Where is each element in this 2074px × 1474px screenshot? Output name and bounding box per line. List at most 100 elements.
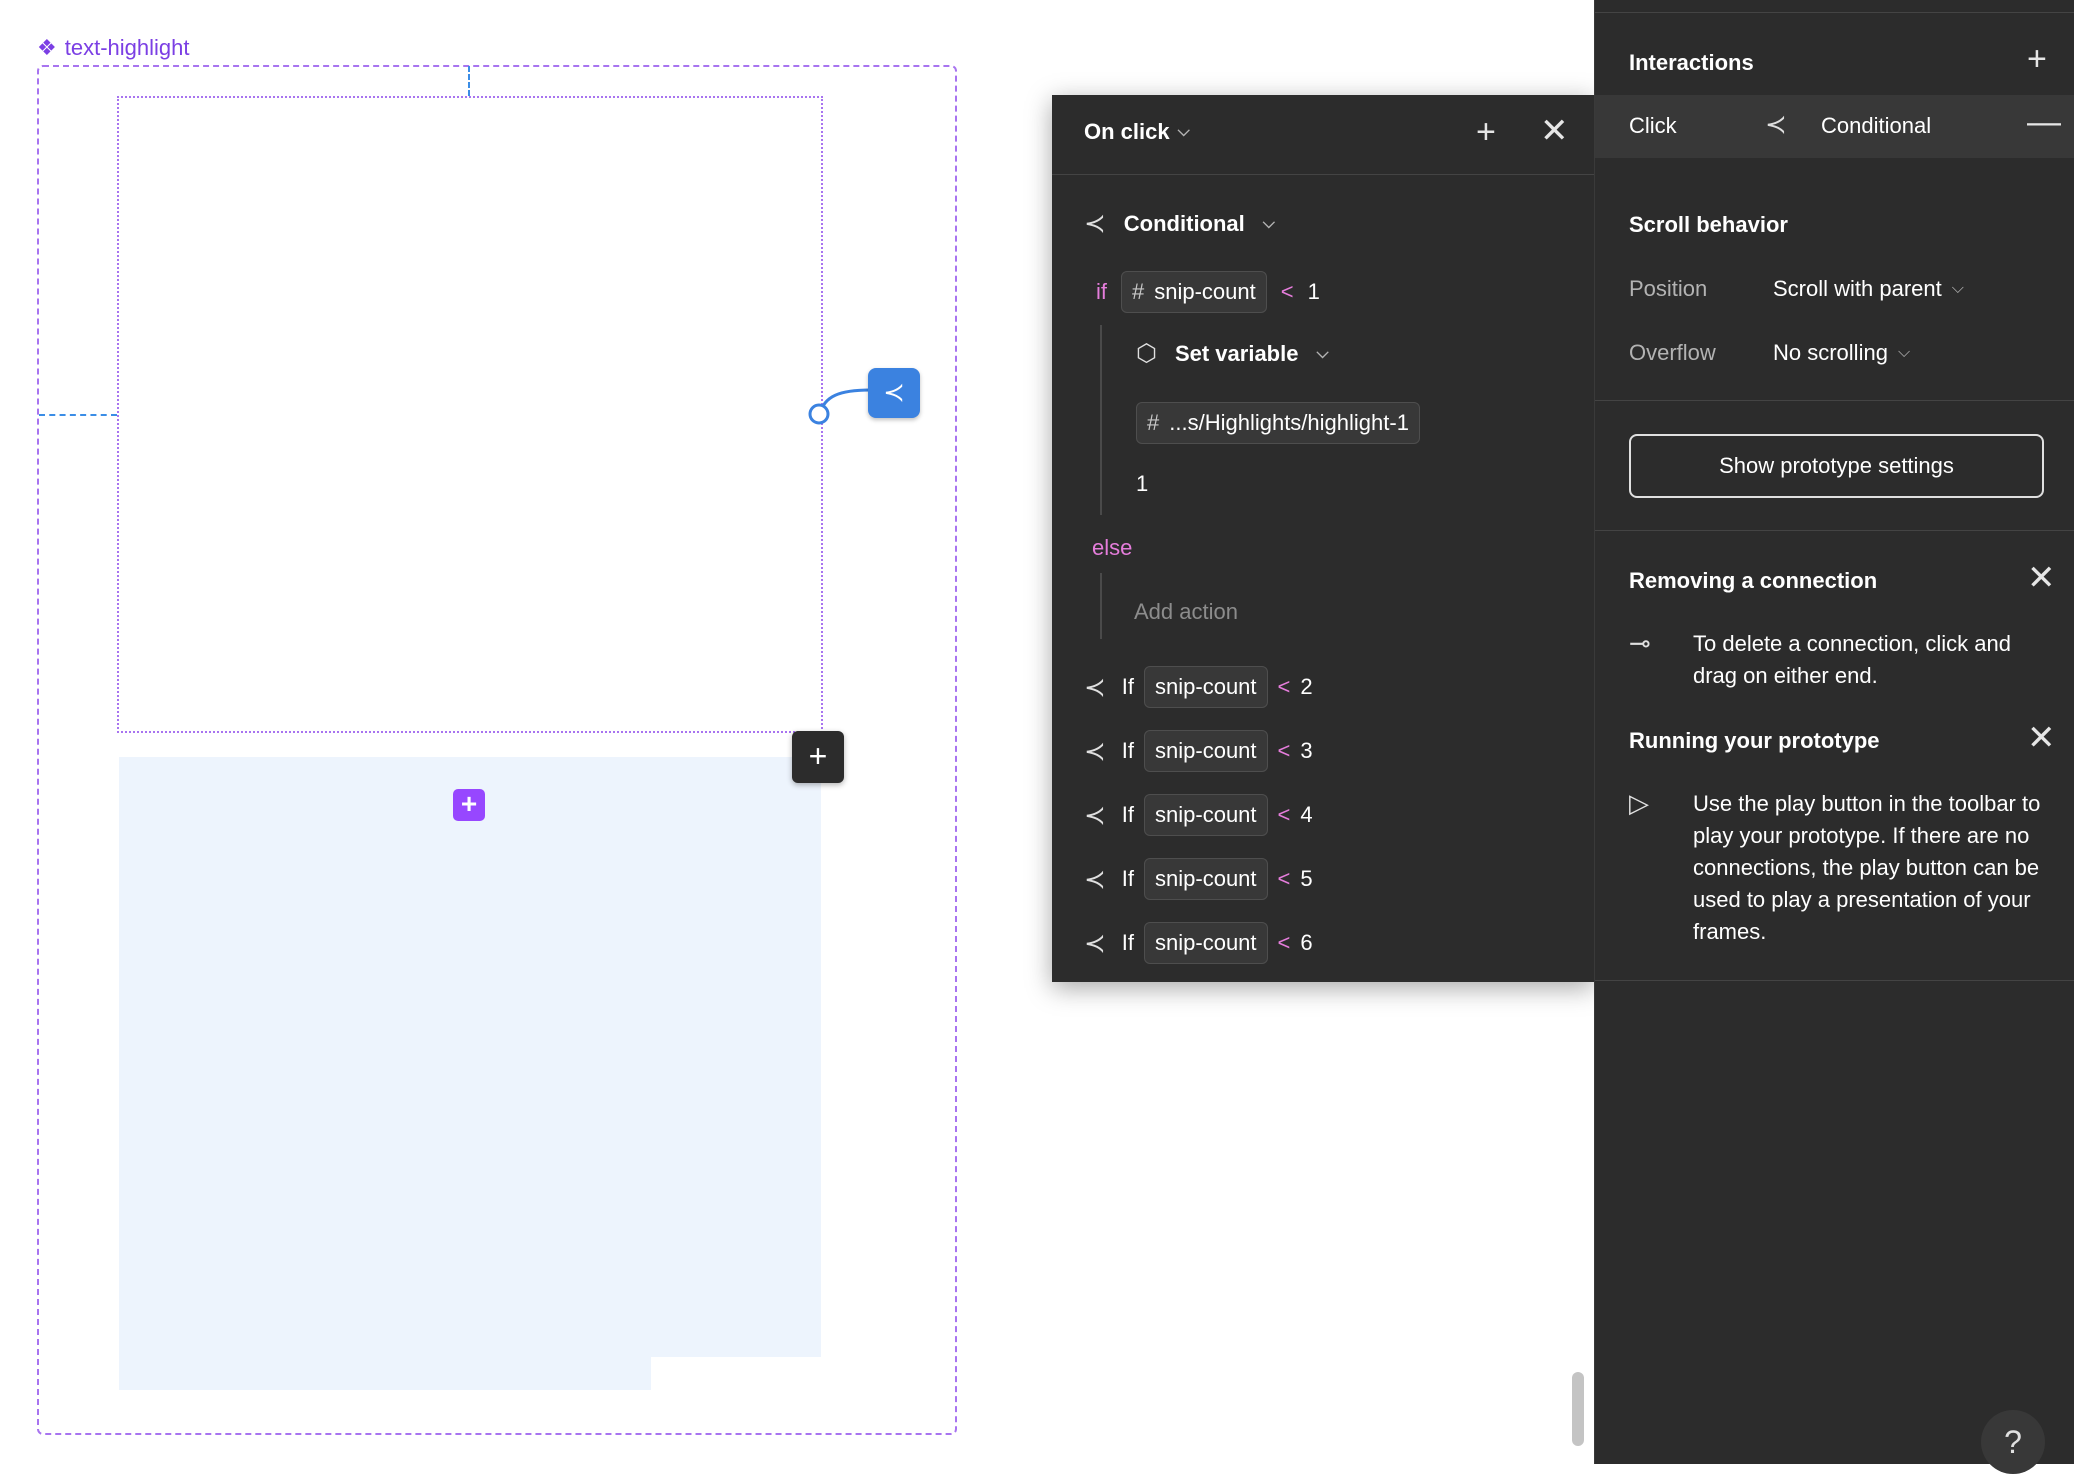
if-keyword: If [1121,738,1135,763]
interactions-title: Interactions [1629,50,1754,75]
add-auto-layout-plus-icon[interactable]: + [792,731,844,783]
conditional-branch-icon: ≺ [1084,735,1106,766]
condition-row[interactable]: ≺ If snip-count < 5 [1084,847,1313,911]
position-dropdown[interactable]: Scroll with parent ⌵ [1773,276,1964,302]
set-variable-target-chip[interactable]: # ...s/Highlights/highlight-1 [1136,402,1420,444]
variable-name: snip-count [1155,866,1257,891]
conditional-branch-icon: ≺ [1084,671,1106,702]
conditional-branch-icon: ≺ [1084,799,1106,830]
overflow-value: No scrolling [1773,340,1888,365]
operator: < [1280,279,1294,304]
conditional-branch-icon: ≺ [1084,863,1106,894]
condition-value[interactable]: 3 [1300,738,1312,764]
variable-name: snip-count [1155,930,1257,955]
branch-line [1100,573,1102,639]
variable-chip[interactable]: snip-count [1144,730,1268,772]
variable-name: snip-count [1155,738,1257,763]
variable-name: snip-count [1155,802,1257,827]
set-variable-dropdown[interactable]: ⬡ Set variable ⌵ [1136,339,1329,368]
conditional-branch-icon: ≺ [1084,927,1106,958]
running-prototype-title: Running your prototype [1629,728,1880,753]
operator: < [1277,802,1291,827]
condition-row[interactable]: ≺ If snip-count < 6 [1084,911,1313,975]
condition-value[interactable]: 5 [1300,866,1312,892]
play-icon: ▷ [1629,788,1649,818]
close-icon[interactable]: ✕ [2027,718,2056,758]
selected-frame[interactable] [117,96,823,733]
close-icon[interactable]: ✕ [1540,111,1569,151]
condition-row[interactable]: ≺ If snip-count < 3 [1084,719,1313,783]
trigger-dropdown[interactable]: On click ⌵ [1084,119,1190,145]
component-label[interactable]: ❖ text-highlight [37,35,189,61]
chevron-down-icon: ⌵ [1262,214,1275,232]
running-prototype-text: Use the play button in the toolbar to pl… [1693,791,2041,944]
interaction-popup: On click ⌵ + ✕ ≺ Conditional ⌵ if # snip… [1052,95,1594,982]
if-keyword: If [1121,930,1135,955]
operator: < [1277,738,1291,763]
operator: < [1277,930,1291,955]
frame-notch [651,1357,823,1391]
variable-chip[interactable]: snip-count [1144,794,1268,836]
variable-chip[interactable]: snip-count [1144,666,1268,708]
interaction-row[interactable]: Click ≺ Conditional — [1595,95,2074,158]
overflow-dropdown[interactable]: No scrolling ⌵ [1773,340,1910,366]
spacing-guide-horizontal [39,414,117,416]
else-keyword: else [1092,535,1133,560]
variable-chip[interactable]: # snip-count [1121,271,1267,313]
connection-start-handle [808,403,830,425]
help-button[interactable]: ? [1981,1410,2045,1474]
if-keyword: if [1096,279,1107,304]
conditional-branch-icon: ≺ [1765,109,1787,139]
action-type-dropdown[interactable]: ≺ Conditional ⌵ [1084,208,1275,239]
condition-value[interactable]: 1 [1308,279,1320,305]
condition-value[interactable]: 6 [1300,930,1312,956]
operator: < [1277,866,1291,891]
condition-value[interactable]: 4 [1300,802,1312,828]
add-interaction-plus-icon[interactable]: + [2027,40,2047,79]
condition-row[interactable]: ≺ If snip-count < 4 [1084,783,1313,847]
conditional-branch-icon: ≺ [1084,208,1106,238]
position-label: Position [1629,276,1708,301]
divider [1595,12,2074,13]
variable-name: snip-count [1154,279,1256,304]
set-variable-value[interactable]: 1 [1136,471,1148,497]
operator: < [1277,674,1291,699]
set-variable-label: Set variable [1174,340,1299,366]
canvas-scrollbar[interactable] [1572,1372,1584,1446]
remove-interaction-minus-icon[interactable]: — [2027,103,2061,142]
chevron-down-icon: ⌵ [1897,344,1911,361]
condition-row[interactable]: ≺ If snip-count < 2 [1084,655,1313,719]
add-action-button[interactable]: Add action [1134,599,1238,625]
popup-header: On click ⌵ + ✕ [1052,95,1594,175]
variable-chip[interactable]: snip-count [1144,922,1268,964]
chevron-down-icon: ⌵ [1316,344,1329,362]
highlight-frame[interactable] [119,757,821,1390]
divider [1595,530,2074,531]
component-name: text-highlight [64,35,190,60]
condition-value[interactable]: 2 [1300,674,1312,700]
add-interaction-plus-icon[interactable]: + [1476,113,1496,152]
number-variable-icon: # [1147,410,1160,435]
conditional-connection-node-icon[interactable]: ≺ [868,368,920,418]
position-value: Scroll with parent [1773,276,1942,301]
number-variable-icon: # [1132,279,1145,304]
removing-connection-title: Removing a connection [1629,568,1878,593]
show-prototype-settings-button[interactable]: Show prototype settings [1629,434,2044,498]
close-icon[interactable]: ✕ [2027,558,2056,598]
if-keyword: If [1121,866,1135,891]
if-keyword: If [1121,802,1135,827]
chevron-down-icon: ⌵ [1177,123,1190,140]
disconnect-icon: ⊸ [1629,628,1651,658]
divider [1595,980,2074,981]
scroll-behavior-title: Scroll behavior [1629,212,1788,237]
variable-name: snip-count [1155,674,1257,699]
spacing-guide-vertical [468,66,470,96]
if-condition-row[interactable]: if # snip-count < 1 [1096,271,1320,313]
chevron-down-icon: ⌵ [1951,280,1964,297]
properties-sidebar: Interactions + Click ≺ Conditional — Scr… [1594,0,2074,1474]
action-type-label: Conditional [1123,210,1245,236]
removing-connection-text: To delete a connection, click and drag o… [1693,631,2011,688]
divider [1595,400,2074,401]
variable-chip[interactable]: snip-count [1144,858,1268,900]
add-variant-plus-icon[interactable]: + [453,789,485,821]
